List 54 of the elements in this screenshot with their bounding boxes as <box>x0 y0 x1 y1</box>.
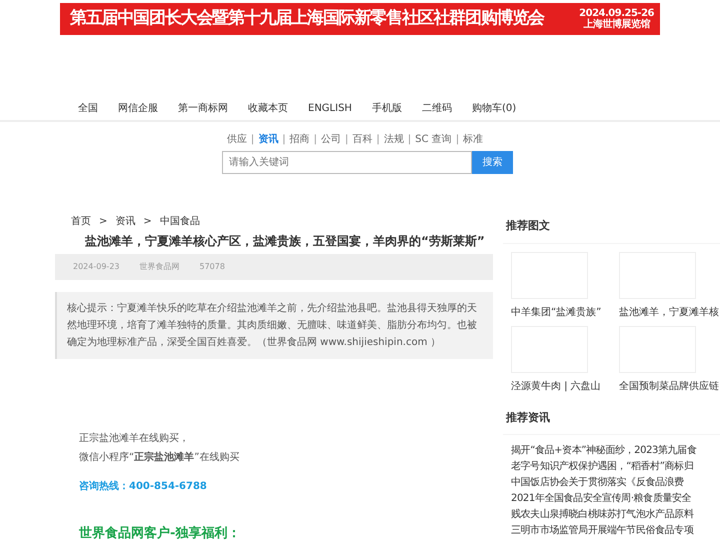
nav-link[interactable]: 二维码 <box>422 101 452 116</box>
search-tab[interactable]: 招商 <box>290 132 310 147</box>
separator: | <box>408 133 412 147</box>
nav-link[interactable]: 手机版 <box>372 101 402 116</box>
search-tab[interactable]: SC 查询 <box>415 132 452 147</box>
separator: | <box>376 133 380 147</box>
separator: | <box>250 133 254 147</box>
nav-link[interactable]: 第一商标网 <box>178 101 228 116</box>
nav-link[interactable]: 全国 <box>78 101 98 116</box>
banner-date: 2024.09.25-26 上海世博展览馆 <box>579 8 654 30</box>
search-tab[interactable]: 标准 <box>463 132 484 147</box>
picture-caption[interactable]: 盐池滩羊，宁夏滩羊核 <box>619 304 719 320</box>
search-tab[interactable]: 公司 <box>321 132 342 147</box>
section-title: 推荐图文 <box>503 214 720 244</box>
nav-link[interactable]: 购物车(0) <box>472 101 516 116</box>
separator: | <box>282 133 286 147</box>
news-link[interactable]: 揭开“食品+资本”神秘面纱，2023第九届食 <box>511 443 720 459</box>
picture-caption[interactable]: 泾源黄牛肉 | 六盘山 <box>511 378 611 394</box>
news-link[interactable]: 老字号知识产权保护遇困，“稻香村”商标归 <box>511 459 720 475</box>
news-link[interactable]: 贱农夫山泉搏晓白桃味苏打气泡水产品原料 <box>511 507 720 523</box>
body-text: 微信小程序“正宗盐池滩羊”在线购买 <box>79 450 240 465</box>
section-title: 推荐资讯 <box>503 406 720 435</box>
nav-link[interactable]: ENGLISH <box>308 101 352 116</box>
search-tab[interactable]: 资讯 <box>258 132 278 147</box>
hotline-text: 咨询热线：400-854-6788 <box>79 480 208 494</box>
section-heading: 世界食品网客户-独享福利： <box>79 524 242 540</box>
news-link[interactable]: 中国饭店协会关于贯彻落实《反食品浪费 <box>511 475 720 491</box>
article-title: 盐池滩羊，宁夏滩羊核心产区，盐滩贵族，五登国宴，羊肉界的“劳斯莱斯” <box>85 233 486 250</box>
separator: | <box>314 133 318 147</box>
picture-caption[interactable]: 全国预制菜品牌供应链 <box>619 378 719 394</box>
publish-date: 2024-09-23 <box>73 260 120 273</box>
search-field[interactable]: 请输入关键词 <box>222 151 472 174</box>
breadcrumb-separator: > <box>99 215 108 229</box>
breadcrumb-link[interactable]: 首页 <box>71 214 91 229</box>
body-text: 正宗盐池滩羊在线购买， <box>79 432 190 446</box>
nav-link[interactable]: 网信企服 <box>118 101 158 116</box>
banner-ad[interactable]: 第五届中国团长大会暨第十九届上海国际新零售社区社群团购博览会 2024.09.25-26 上海世博展览馆 <box>60 3 660 35</box>
source-name: 世界食品网 <box>140 260 180 273</box>
separator: | <box>456 133 460 147</box>
search-tab[interactable]: 百科 <box>352 132 372 147</box>
view-count: 57078 <box>200 260 225 273</box>
search-tab[interactable]: 法规 <box>384 132 404 147</box>
picture-caption[interactable]: 中羊集团“盐滩贵族” <box>511 304 611 320</box>
nav-link[interactable]: 收藏本页 <box>248 101 288 116</box>
separator: | <box>345 133 348 147</box>
search-tab[interactable]: 供应 <box>226 132 247 147</box>
breadcrumb-link[interactable]: 资讯 <box>115 214 136 229</box>
news-link[interactable]: 2021年全国食品安全宣传周·粮食质量安全 <box>511 491 720 507</box>
banner-title: 第五届中国团长大会暨第十九届上海国际新零售社区社群团购博览会 <box>70 7 544 30</box>
summary-text: 核心提示：宁夏滩羊快乐的吃草在介绍盐池滩羊之前，先介绍盐池县吧。盐池县得天独厚的天然地理环境，培育了滩羊独特的质量。其肉质细嫩、无膻味、味道鲜美、脂肪分布均匀。也被确定为地理标准产品，深受全国百姓喜爱。（世界食品网 www.shijieshipin.com ） <box>55 292 493 359</box>
breadcrumb-separator: > <box>143 215 152 229</box>
breadcrumb-link[interactable]: 中国食品 <box>160 214 200 229</box>
news-link[interactable]: 三明市市场监管局开展端午节民俗食品专项 <box>511 523 720 539</box>
search-button[interactable]: 搜索 <box>472 151 513 174</box>
